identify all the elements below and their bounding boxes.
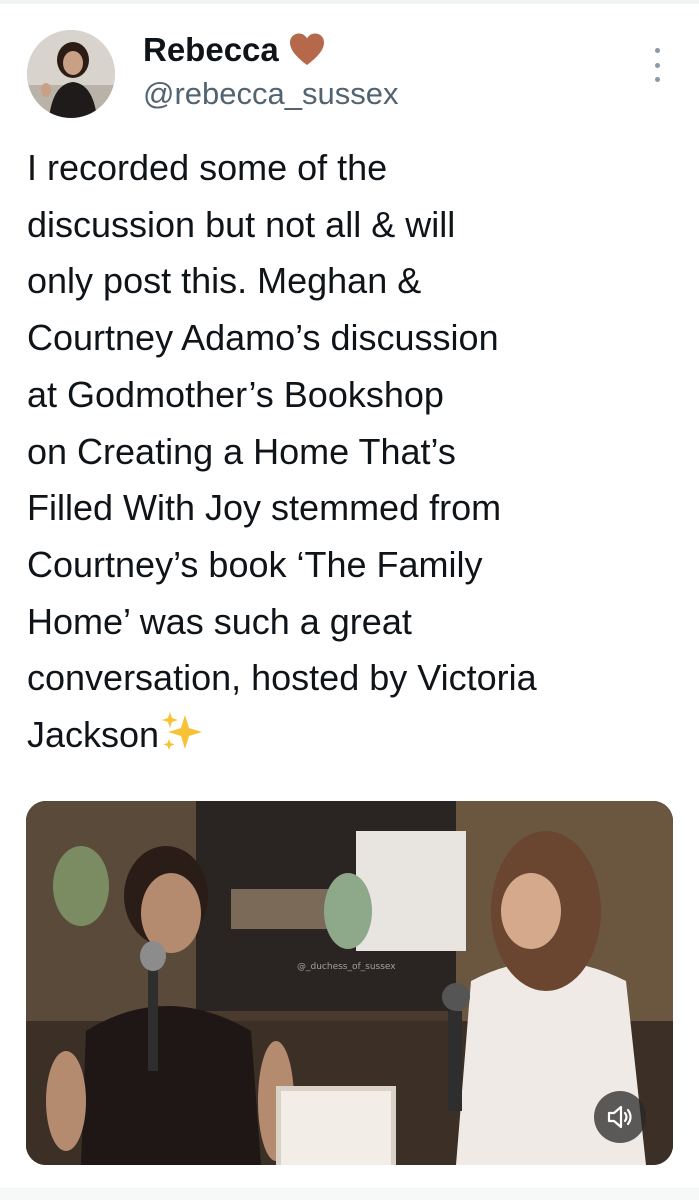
avatar[interactable] xyxy=(27,30,115,118)
more-dot xyxy=(654,48,660,53)
tweet-video[interactable]: @_duchess_of_sussex xyxy=(26,801,673,1165)
tweet-header: Rebecca @rebecca_sussex xyxy=(27,28,672,120)
bottom-divider xyxy=(0,1188,699,1200)
more-dot xyxy=(654,62,660,68)
volume-button[interactable] xyxy=(594,1091,646,1143)
speaker-volume-icon xyxy=(605,1102,635,1132)
tweet-text: I recorded some of the discussion but no… xyxy=(27,140,677,764)
brown-heart-icon xyxy=(287,30,327,70)
author-display-name[interactable]: Rebecca xyxy=(143,28,398,72)
sparkles-icon xyxy=(159,709,205,755)
top-divider xyxy=(0,0,699,4)
video-watermark: @_duchess_of_sussex xyxy=(297,962,396,972)
display-name-text: Rebecca xyxy=(143,31,279,68)
author-names: Rebecca @rebecca_sussex xyxy=(143,28,398,114)
author-handle[interactable]: @rebecca_sussex xyxy=(143,74,398,114)
tweet-body: I recorded some of the discussion but no… xyxy=(27,147,537,756)
more-dot xyxy=(654,77,660,82)
more-options-icon[interactable] xyxy=(650,48,664,82)
